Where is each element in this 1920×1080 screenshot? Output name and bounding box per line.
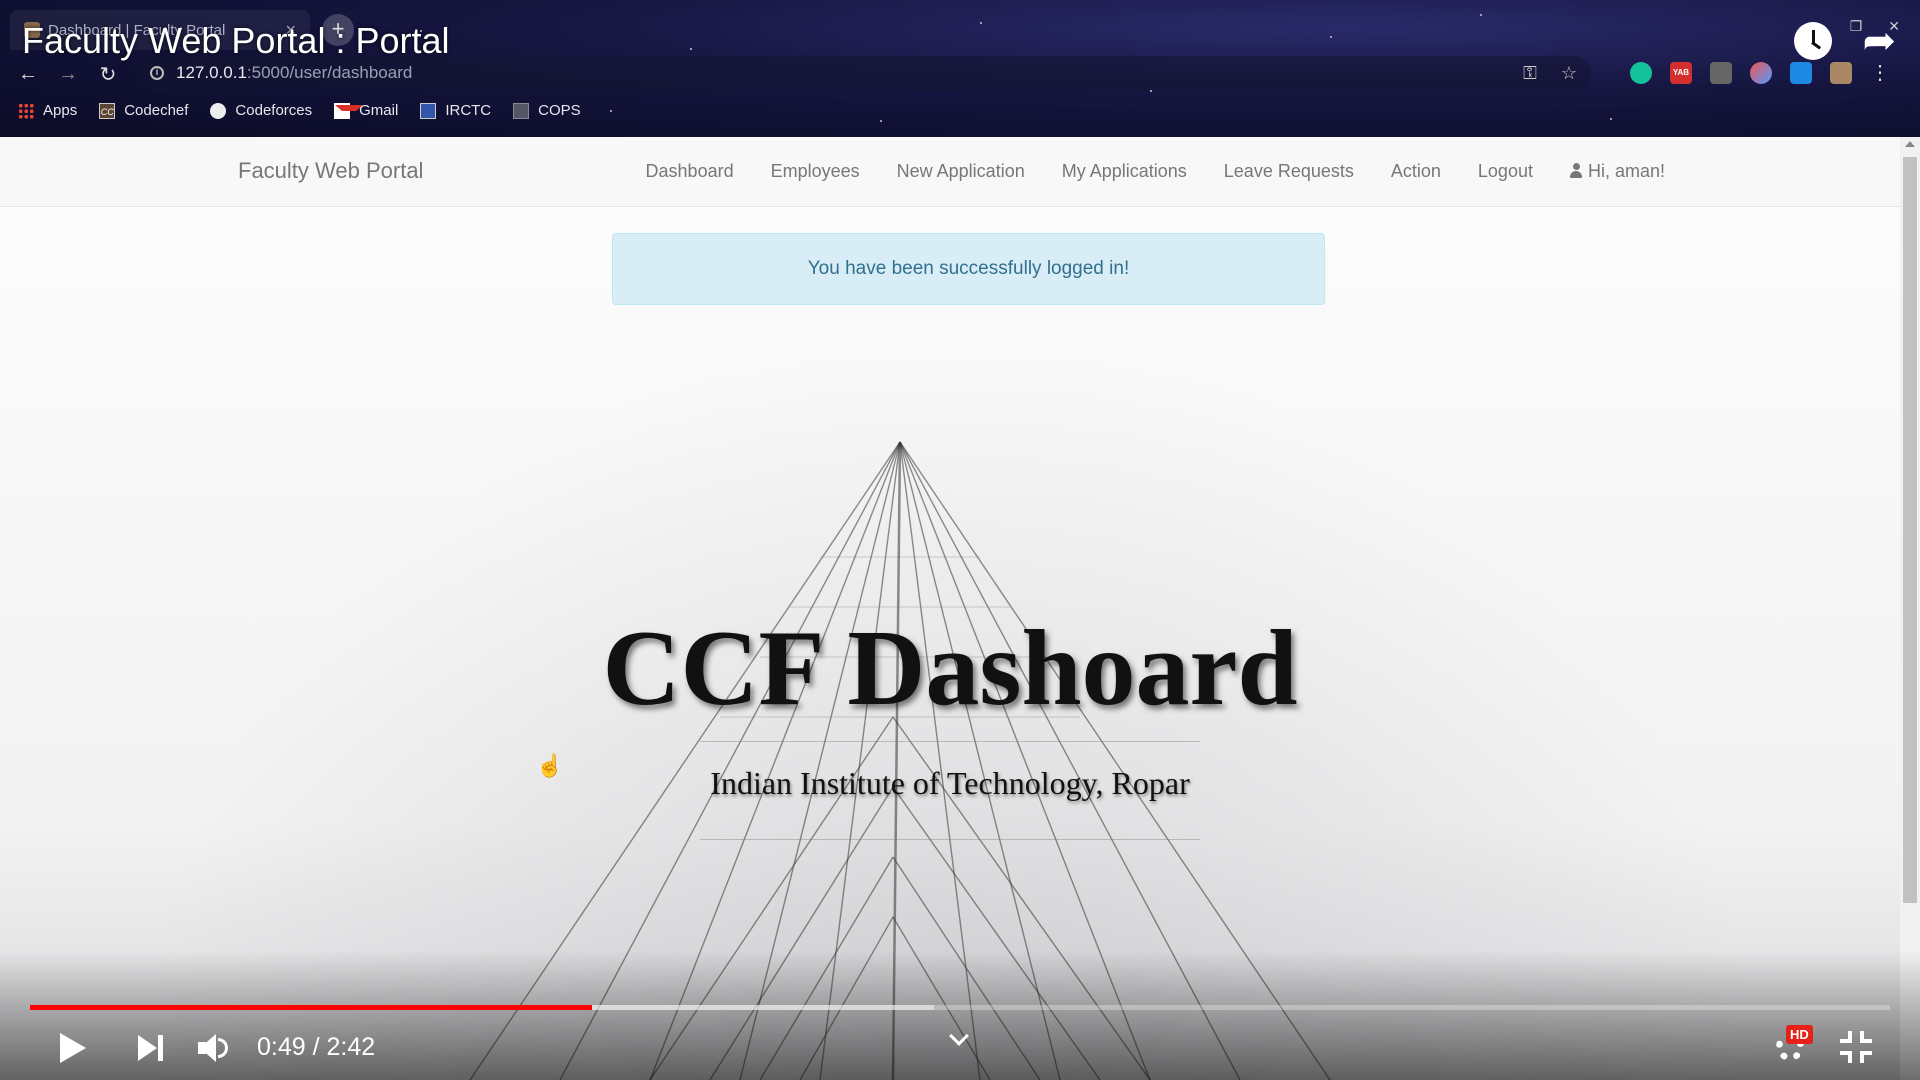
gmail-icon — [334, 102, 364, 119]
navbar-brand[interactable]: Faculty Web Portal — [238, 158, 423, 184]
greeting-text: Hi, aman! — [1587, 161, 1665, 181]
grammarly-extension-icon[interactable] — [1630, 61, 1652, 84]
next-video-icon[interactable] — [138, 1035, 164, 1061]
hd-badge: HD — [1786, 1025, 1813, 1044]
bookmark-label: Gmail — [359, 102, 399, 119]
chevron-down-icon[interactable] — [949, 1026, 969, 1046]
extensions-area: YAB ⋮ — [1630, 60, 1890, 85]
page-viewport: Faculty Web Portal Dashboard Employees N… — [0, 137, 1920, 1080]
hero-title: CCF Dashoard — [602, 609, 1298, 728]
nav-links: Dashboard Employees New Application My A… — [646, 161, 1665, 182]
top-navbar: Faculty Web Portal Dashboard Employees N… — [0, 137, 1900, 207]
scroll-up-arrow-icon[interactable] — [1905, 141, 1915, 147]
exit-fullscreen-icon[interactable] — [1840, 1031, 1872, 1063]
nav-logout[interactable]: Logout — [1478, 161, 1533, 182]
time-display: 0:49 / 2:42 — [257, 1033, 376, 1061]
progress-played — [30, 1005, 592, 1010]
site-info-icon[interactable]: i — [150, 66, 164, 80]
bookmark-label: COPS — [538, 102, 581, 119]
nav-new-application[interactable]: New Application — [897, 161, 1025, 182]
player-controls: 0:49 / 2:42 HD — [0, 1025, 1920, 1069]
profile-avatar-icon[interactable] — [1830, 61, 1852, 84]
play-icon[interactable] — [60, 1033, 86, 1063]
codechef-icon: CC — [99, 102, 116, 119]
watch-later-icon[interactable] — [1794, 22, 1833, 60]
hero-subtitle: Indian Institute of Technology, Ropar — [710, 765, 1190, 801]
url-path: :5000/user/dashboard — [246, 63, 413, 82]
hand-cursor-icon: ☝ — [536, 753, 564, 778]
page-scrollbar[interactable] — [1900, 137, 1920, 1080]
bookmark-apps[interactable]: Apps — [18, 102, 77, 119]
nav-leave-requests[interactable]: Leave Requests — [1224, 161, 1354, 182]
bookmarks-bar: Apps CC Codechef Codeforces Gmail IRCTC C… — [18, 102, 581, 119]
cops-icon — [513, 102, 530, 119]
bookmark-codechef[interactable]: CC Codechef — [99, 102, 188, 119]
bookmark-label: Codeforces — [235, 102, 313, 119]
nav-action[interactable]: Action — [1391, 161, 1441, 182]
codeforces-icon — [210, 102, 227, 119]
browser-menu-icon[interactable]: ⋮ — [1870, 60, 1890, 85]
nav-dashboard[interactable]: Dashboard — [646, 161, 734, 182]
nav-employees[interactable]: Employees — [771, 161, 860, 182]
share-icon[interactable]: ➦ — [1862, 21, 1896, 61]
nav-user-greeting[interactable]: Hi, aman! — [1569, 161, 1665, 182]
nav-my-applications[interactable]: My Applications — [1062, 161, 1187, 182]
bookmark-label: Codechef — [124, 102, 189, 119]
bookmark-codeforces[interactable]: Codeforces — [210, 102, 312, 119]
hero-divider-top — [700, 741, 1200, 742]
login-success-alert: You have been successfully logged in! — [612, 233, 1325, 305]
bookmark-label: IRCTC — [445, 102, 492, 119]
url-host: 127.0.0.1 — [176, 63, 247, 82]
extension-icon[interactable] — [1750, 61, 1772, 84]
bookmark-label: Apps — [43, 102, 78, 119]
extension-icon[interactable] — [1710, 61, 1732, 84]
reload-icon[interactable]: ↻ — [88, 62, 128, 87]
forward-icon[interactable]: → — [48, 63, 88, 86]
video-progress-bar[interactable] — [30, 1005, 1890, 1010]
apps-grid-icon — [18, 102, 34, 119]
key-icon[interactable]: ⚿ — [1523, 63, 1537, 84]
bookmark-irctc[interactable]: IRCTC — [420, 102, 491, 119]
bookmark-cops[interactable]: COPS — [513, 102, 581, 119]
scroll-thumb[interactable] — [1903, 157, 1917, 903]
video-title[interactable]: Faculty Web Portal : Portal — [22, 20, 450, 62]
video-top-actions: ➦ — [1794, 21, 1896, 61]
hero-divider-bottom — [700, 839, 1200, 840]
bookmark-star-icon[interactable]: ☆ — [1561, 63, 1577, 84]
yab-extension-icon[interactable]: YAB — [1670, 61, 1692, 84]
extension-icon[interactable] — [1790, 61, 1812, 84]
back-icon[interactable]: ← — [8, 63, 48, 86]
bookmark-gmail[interactable]: Gmail — [334, 102, 398, 119]
user-icon — [1569, 163, 1582, 178]
browser-chrome: Dashboard | Faculty Portal × + — ❐ ✕ ← →… — [0, 0, 1920, 137]
irctc-icon — [420, 102, 437, 119]
